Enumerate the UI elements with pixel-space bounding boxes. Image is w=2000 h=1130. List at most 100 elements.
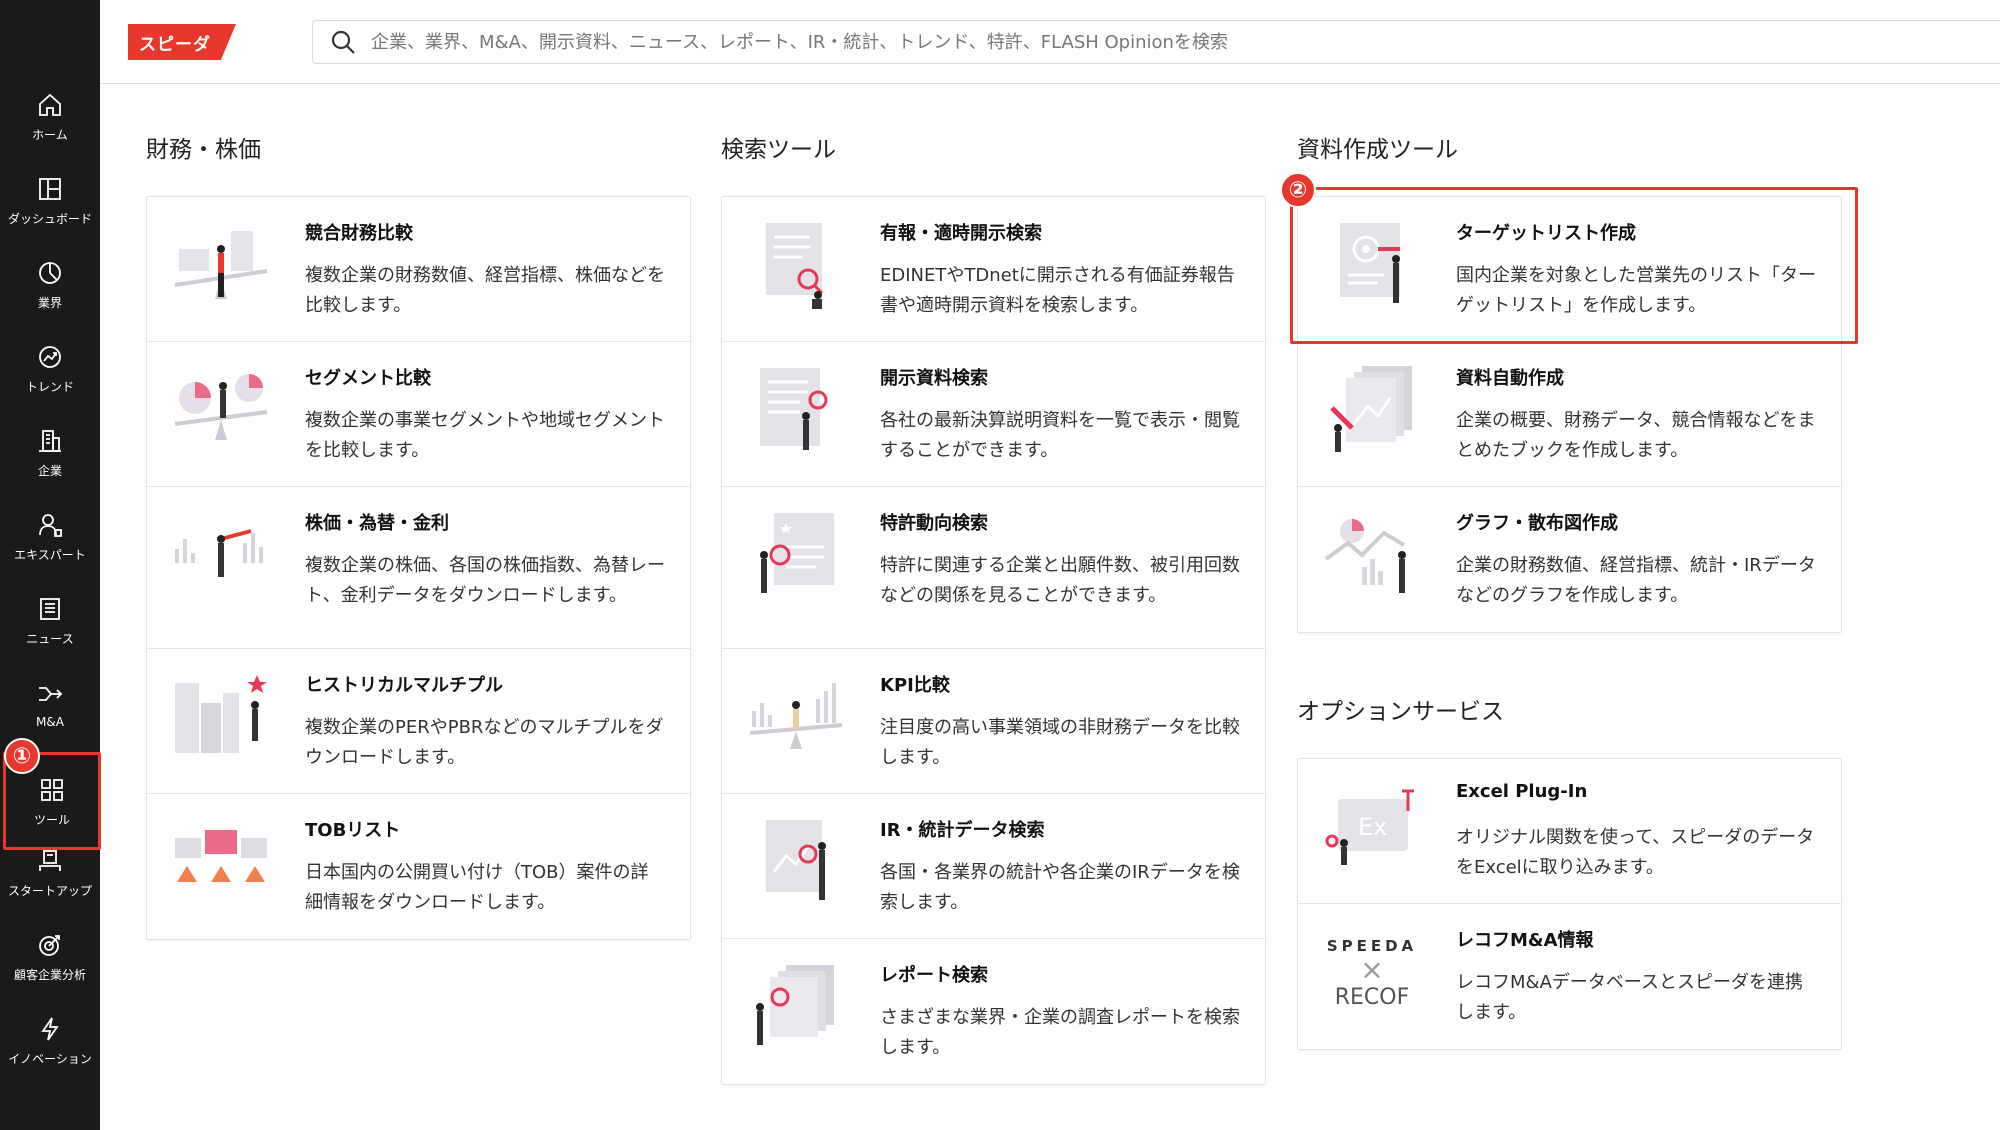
sidebar-item-label: トレンド [25,379,74,394]
sidebar-item-company[interactable]: 企業 [0,412,100,492]
card-graph-scatter-creation[interactable]: グラフ・散布図作成 企業の財務数値、経営指標、統計・IRデータなどのグラフを作成… [1298,487,1841,632]
sidebar-item-label: イノベーション [8,1051,92,1066]
sidebar-item-industry[interactable]: 業界 [0,244,100,324]
card-title: レコフM&A情報 [1456,930,1594,951]
graph-scatter-illustration [1324,519,1406,593]
card-title: 特許動向検索 [880,513,988,534]
card-stock-fx-interest[interactable]: 株価・為替・金利 複数企業の株価、各国の株価指数、為替レート、金利データをダウン… [147,487,690,649]
document-magnifier-illustration [766,223,824,309]
startup-icon [39,849,61,871]
card-description: 企業の財務数値、経営指標、統計・IRデータなどのグラフを作成します。 [1456,555,1816,606]
tob-hands-illustration [175,830,267,882]
document-tools-card-list: ターゲットリスト作成 国内企業を対象とした営業先のリスト「ターゲットリスト」を作… [1297,196,1842,633]
expert-icon [39,513,62,537]
card-description: 各国・各業界の統計や各企業のIRデータを検索します。 [880,862,1240,913]
card-description: 企業の概要、財務データ、競合情報などをまとめたブックを作成します。 [1456,410,1816,461]
patent-document-illustration [760,513,834,593]
card-description: EDINETやTDnetに開示される有価証券報告書や適時開示資料を検索します。 [880,265,1235,316]
city-star-illustration [175,675,267,753]
sidebar-item-startup[interactable]: スタートアップ [0,832,100,912]
sidebar-item-expert[interactable]: エキスパート [0,496,100,576]
card-description: 国内企業を対象とした営業先のリスト「ターゲットリスト」を作成します。 [1456,265,1816,316]
card-title: セグメント比較 [305,368,431,389]
sidebar-item-customer-analysis[interactable]: 顧客企業分析 [0,916,100,996]
excel-badge-text: Ex [1358,813,1387,841]
section-title-document-tools: 資料作成ツール [1297,137,1458,163]
recof-wordmark: RECOF [1334,985,1410,1010]
card-description: 複数企業の株価、各国の株価指数、為替レート、金利データをダウンロードします。 [305,555,665,606]
building-icon [39,429,61,452]
auto-document-illustration [1330,366,1412,452]
sidebar-item-label: ツール [33,812,70,827]
sidebar-item-label: ニュース [26,631,74,646]
sidebar-item-label: エキスパート [14,547,86,562]
sidebar-item-ma[interactable]: M&A [0,664,100,744]
sidebar-item-innovation[interactable]: イノベーション [0,1000,100,1080]
card-title: 有報・適時開示検索 [880,223,1042,244]
pie-seesaw-illustration [174,374,268,440]
sidebar-item-label: M&A [36,715,64,729]
card-description: レコフM&Aデータベースとスピーダを連携します。 [1456,972,1803,1023]
sidebar-item-label: 顧客企業分析 [13,967,86,982]
card-description: オリジナル関数を使って、スピーダのデータをExcelに取り込みます。 [1456,827,1815,878]
sidebar-item-dashboard[interactable]: ダッシュボード [0,160,100,240]
card-description: 複数企業のPERやPBRなどのマルチプルをダウンロードします。 [305,717,664,768]
sidebar-item-label: 企業 [37,463,62,478]
dashboard-icon [39,177,61,200]
card-segment-comparison[interactable]: セグメント比較 複数企業の事業セグメントや地域セグメントを比較します。 [147,342,690,487]
card-report-search[interactable]: レポート検索 さまざまな業界・企業の調査レポートを検索します。 [722,939,1265,1084]
card-title: TOBリスト [305,820,401,841]
report-stack-illustration [756,965,834,1045]
sidebar-item-trend[interactable]: トレンド [0,328,100,408]
sidebar-item-home[interactable]: ホーム [0,76,100,156]
card-kpi-comparison[interactable]: KPI比較 注目度の高い事業領域の非財務データを比較します。 [722,649,1265,794]
bolt-icon [41,1016,59,1041]
section-title-search-tools: 検索ツール [721,137,836,163]
card-description: 複数企業の財務数値、経営指標、株価などを比較します。 [305,265,665,316]
card-title: 株価・為替・金利 [305,513,449,534]
card-title: IR・統計データ検索 [880,820,1045,841]
card-historical-multiple[interactable]: ヒストリカルマルチプル 複数企業のPERやPBRなどのマルチプルをダウンロードし… [147,649,690,794]
section-title-finance: 財務・株価 [146,137,261,163]
card-recof-ma-info[interactable]: SPEEDA × RECOF レコフM&A情報 レコフM&Aデータベースとスピー… [1298,904,1841,1049]
top-bar: スピーダ [100,0,2000,84]
card-ir-statistics-search[interactable]: IR・統計データ検索 各国・各業界の統計や各企業のIRデータを検索します。 [722,794,1265,939]
annotation-marker-1: ① [4,738,40,774]
card-patent-trend-search[interactable]: 特許動向検索 特許に関連する企業と出願件数、被引用回数などの関係を見ることができ… [722,487,1265,649]
pie-chart-icon [39,261,61,284]
card-title: 資料自動作成 [1456,368,1564,389]
card-auto-document-creation[interactable]: 資料自動作成 企業の概要、財務データ、競合情報などをまとめたブックを作成します。 [1298,342,1841,487]
search-input[interactable] [371,31,2000,53]
global-search[interactable] [312,20,2000,64]
card-disclosure-document-search[interactable]: 開示資料検索 各社の最新決算説明資料を一覧で表示・閲覧することができます。 [722,342,1265,487]
cross-icon: × [1360,953,1384,986]
sidebar-item-label: ホーム [32,127,68,142]
merge-icon [39,687,63,701]
target-list-illustration [1340,223,1400,303]
excel-plugin-illustration: Ex [1325,789,1414,865]
card-tob-list[interactable]: TOBリスト 日本国内の公開買い付け（TOB）案件の詳細情報をダウンロードします… [147,794,690,939]
card-excel-plugin[interactable]: Ex Excel Plug-In オリジナル関数を使って、スピーダのデータをEx… [1298,759,1841,904]
card-title: ターゲットリスト作成 [1456,223,1636,244]
card-title: Excel Plug-In [1456,781,1588,802]
seesaw-buildings-illustration [174,231,268,299]
sidebar-item-news[interactable]: ニュース [0,580,100,660]
target-icon [39,934,60,956]
kpi-seesaw-illustration [749,683,843,749]
speeda-logo[interactable]: スピーダ [128,24,236,60]
card-description: さまざまな業界・企業の調査レポートを検索します。 [880,1007,1240,1058]
sidebar-nav: ホーム ダッシュボード 業界 トレンド 企業 エキスパート ニュース M&A ツ… [0,0,101,1130]
card-securities-report-search[interactable]: 有報・適時開示検索 EDINETやTDnetに開示される有価証券報告書や適時開示… [722,197,1265,342]
section-title-option-services: オプションサービス [1297,699,1504,725]
card-title: グラフ・散布図作成 [1456,513,1618,534]
document-magnifier-illustration [760,368,828,450]
card-target-list-creation[interactable]: ターゲットリスト作成 国内企業を対象とした営業先のリスト「ターゲットリスト」を作… [1298,197,1841,342]
card-competitor-financial-comparison[interactable]: 競合財務比較 複数企業の財務数値、経営指標、株価などを比較します。 [147,197,690,342]
chart-document-illustration [766,820,826,900]
card-title: 開示資料検索 [880,368,988,389]
search-icon [331,30,355,54]
card-description: 特許に関連する企業と出願件数、被引用回数などの関係を見ることができます。 [880,555,1240,606]
speeda-recof-logo: SPEEDA × RECOF [1322,926,1422,1021]
telescope-chart-illustration [175,529,263,577]
trend-icon [39,345,61,368]
